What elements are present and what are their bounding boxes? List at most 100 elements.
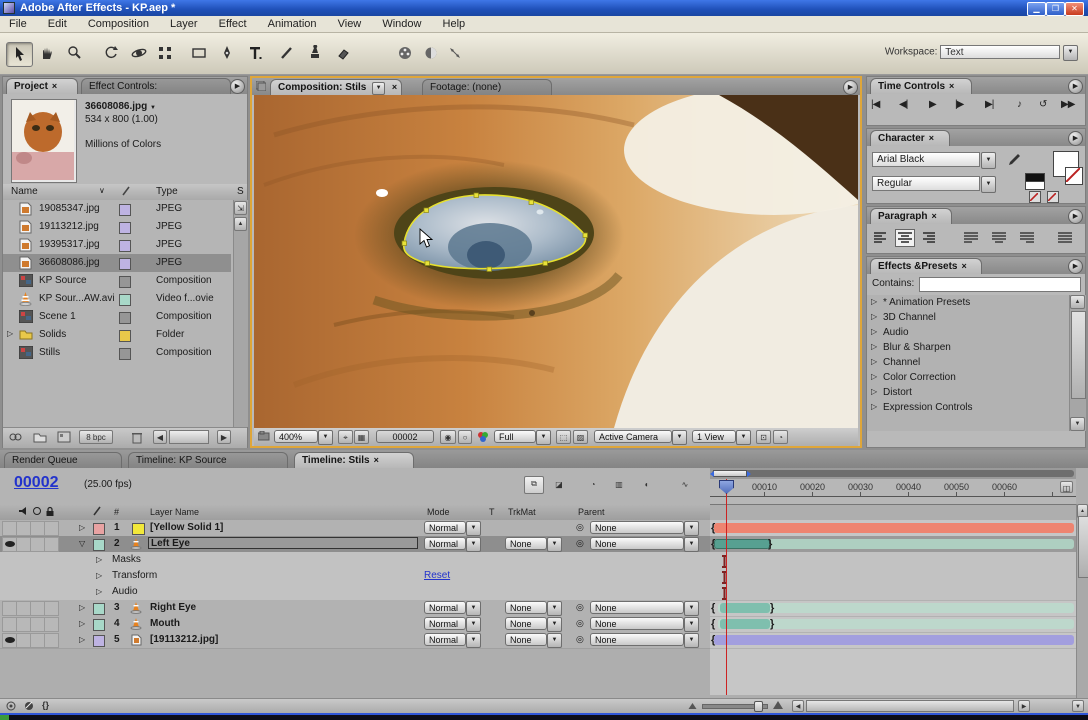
- twirl-icon[interactable]: ▷: [871, 297, 877, 306]
- layer-bar-right-eye-trim[interactable]: [720, 603, 770, 613]
- navigator-track[interactable]: [712, 470, 1074, 477]
- in-handle[interactable]: {: [711, 633, 715, 647]
- workspace-dropdown-icon[interactable]: ▼: [1063, 45, 1078, 61]
- label-swatch[interactable]: [119, 258, 131, 270]
- comp-flowchart-icon[interactable]: ⧉: [524, 476, 544, 494]
- layer-label-swatch[interactable]: [93, 523, 105, 535]
- parent-dropdown-icon[interactable]: ▼: [684, 617, 699, 632]
- twirl-icon[interactable]: ▷: [871, 387, 877, 396]
- effects-list-item[interactable]: ▷ Expression Controls: [867, 400, 1069, 415]
- trash-icon[interactable]: [131, 431, 143, 447]
- layer-bar-mouth-trim[interactable]: [720, 619, 770, 629]
- parent-dropdown-icon[interactable]: ▼: [684, 521, 699, 536]
- paint-panel-icon[interactable]: [418, 42, 443, 65]
- snapshot-icon[interactable]: ◉: [440, 430, 456, 444]
- menu-effect[interactable]: Effect: [210, 16, 256, 30]
- paragraph-menu-icon[interactable]: ▶: [1068, 209, 1083, 224]
- roi-icon[interactable]: ⬚: [556, 430, 571, 444]
- layer-name[interactable]: [19113212.jpg]: [150, 634, 218, 645]
- close-icon[interactable]: ×: [52, 81, 57, 91]
- project-vscrollbar[interactable]: ⇲ ▲: [233, 200, 248, 427]
- label-swatch[interactable]: [119, 294, 131, 306]
- selection-tool[interactable]: [6, 42, 33, 67]
- blend-mode-select[interactable]: Normal: [424, 537, 466, 550]
- camera-dropdown-icon[interactable]: ▼: [672, 430, 687, 445]
- in-handle[interactable]: {: [711, 601, 715, 615]
- twirl-icon[interactable]: ▽: [79, 539, 85, 548]
- lock-column-icon[interactable]: [45, 506, 55, 519]
- font-family-select[interactable]: Arial Black: [872, 152, 980, 167]
- col-name[interactable]: Name: [11, 186, 38, 197]
- twirl-icon[interactable]: ▷: [871, 312, 877, 321]
- interpret-footage-icon[interactable]: [9, 431, 23, 446]
- layer-row-3[interactable]: ▷ 3 Right Eye Normal ▼ None ▼ ◎ None ▼: [0, 600, 710, 617]
- project-row-selected[interactable]: 36608086.jpg JPEG: [3, 254, 231, 272]
- mask-shape-tool[interactable]: [186, 42, 211, 65]
- shy-layers-icon[interactable]: ◔: [584, 478, 602, 492]
- resolution-select[interactable]: Full: [494, 430, 536, 443]
- col-t[interactable]: T: [489, 507, 495, 517]
- scroll-up-icon[interactable]: ▲: [234, 217, 247, 231]
- layer-bar-row-4[interactable]: { }: [710, 616, 1076, 633]
- camera-select[interactable]: Active Camera: [594, 430, 672, 443]
- new-composition-icon[interactable]: [57, 431, 71, 446]
- step-back-button[interactable]: ◀|: [899, 99, 908, 110]
- pickwhip-icon[interactable]: ◎: [576, 634, 584, 645]
- justify-last-right-button[interactable]: [1019, 231, 1035, 247]
- tab-effect-controls[interactable]: Effect Controls:: [81, 78, 231, 94]
- navigator-left-cap[interactable]: [710, 471, 714, 477]
- project-row[interactable]: 19395317.jpg JPEG: [3, 236, 231, 254]
- trkmat-dropdown-icon[interactable]: ▼: [547, 537, 562, 552]
- layer-bar-row-3[interactable]: { }: [710, 600, 1076, 617]
- brush-tool[interactable]: [274, 42, 299, 65]
- layer-bar-left-eye-trim[interactable]: [714, 539, 770, 549]
- navigator-thumb[interactable]: [713, 470, 747, 477]
- time-navigator[interactable]: [710, 468, 1076, 479]
- twirl-icon[interactable]: ▷: [79, 603, 85, 612]
- view-layout-select[interactable]: 1 View: [692, 430, 736, 443]
- parent-dropdown-icon[interactable]: ▼: [684, 601, 699, 616]
- composition-viewport[interactable]: [254, 95, 858, 428]
- fast-preview-icon[interactable]: ◔: [773, 430, 788, 444]
- timeline-zoom-slider-thumb[interactable]: [754, 701, 763, 712]
- twirl-icon[interactable]: ▷: [96, 571, 102, 580]
- mode-dropdown-icon[interactable]: ▼: [466, 601, 481, 616]
- menu-edit[interactable]: Edit: [39, 16, 76, 30]
- parent-select[interactable]: None: [590, 521, 684, 534]
- minimize-button[interactable]: ▁: [1027, 2, 1046, 16]
- mode-dropdown-icon[interactable]: ▼: [466, 521, 481, 536]
- menu-help[interactable]: Help: [434, 16, 475, 30]
- trkmat-dropdown-icon[interactable]: ▼: [547, 617, 562, 632]
- layer-row-1[interactable]: ▷ 1 [Yellow Solid 1] Normal ▼ ◎ None ▼: [0, 520, 710, 537]
- safe-zones-icon[interactable]: ⌖: [338, 430, 353, 444]
- pixel-aspect-icon[interactable]: ⊡: [756, 430, 771, 444]
- reset-link[interactable]: Reset: [424, 570, 450, 581]
- blend-mode-select[interactable]: Normal: [424, 521, 466, 534]
- time-ruler[interactable]: 00010 00020 00030 00040 00050 00060 ◫: [710, 479, 1076, 505]
- project-row[interactable]: 19085347.jpg JPEG: [3, 200, 231, 218]
- twirl-icon[interactable]: ▷: [79, 523, 85, 532]
- font-family-dropdown-icon[interactable]: ▼: [981, 152, 996, 169]
- menu-composition[interactable]: Composition: [79, 16, 158, 30]
- twirl-icon[interactable]: ▷: [7, 329, 13, 338]
- hscroll-right-icon[interactable]: ▶: [1018, 700, 1030, 712]
- scroll-down-icon[interactable]: ▼: [1070, 417, 1085, 431]
- blend-mode-select[interactable]: Normal: [424, 617, 466, 630]
- roto-brush-icon[interactable]: [392, 42, 417, 65]
- tab-character[interactable]: Character ×: [870, 130, 950, 146]
- parent-select[interactable]: None: [590, 633, 684, 646]
- trkmat-select[interactable]: None: [505, 537, 547, 550]
- close-icon[interactable]: ×: [929, 133, 934, 143]
- effects-list-item[interactable]: ▷ Channel: [867, 355, 1069, 370]
- zoom-level-select[interactable]: 400%: [274, 430, 318, 443]
- trkmat-dropdown-icon[interactable]: ▼: [547, 601, 562, 616]
- pan-behind-tool[interactable]: [152, 42, 177, 65]
- layer-bar-row-2[interactable]: { }: [710, 536, 1076, 553]
- eye-icon[interactable]: [4, 541, 15, 547]
- parent-dropdown-icon[interactable]: ▼: [684, 633, 699, 648]
- orbit-camera-tool[interactable]: [126, 42, 151, 65]
- effects-list-item[interactable]: ▷ Color Correction: [867, 370, 1069, 385]
- play-button[interactable]: ▶: [929, 99, 937, 110]
- property-row-transform[interactable]: ▷ Transform Reset: [0, 568, 710, 585]
- comp-marker-bin-icon[interactable]: ◫: [1060, 481, 1073, 493]
